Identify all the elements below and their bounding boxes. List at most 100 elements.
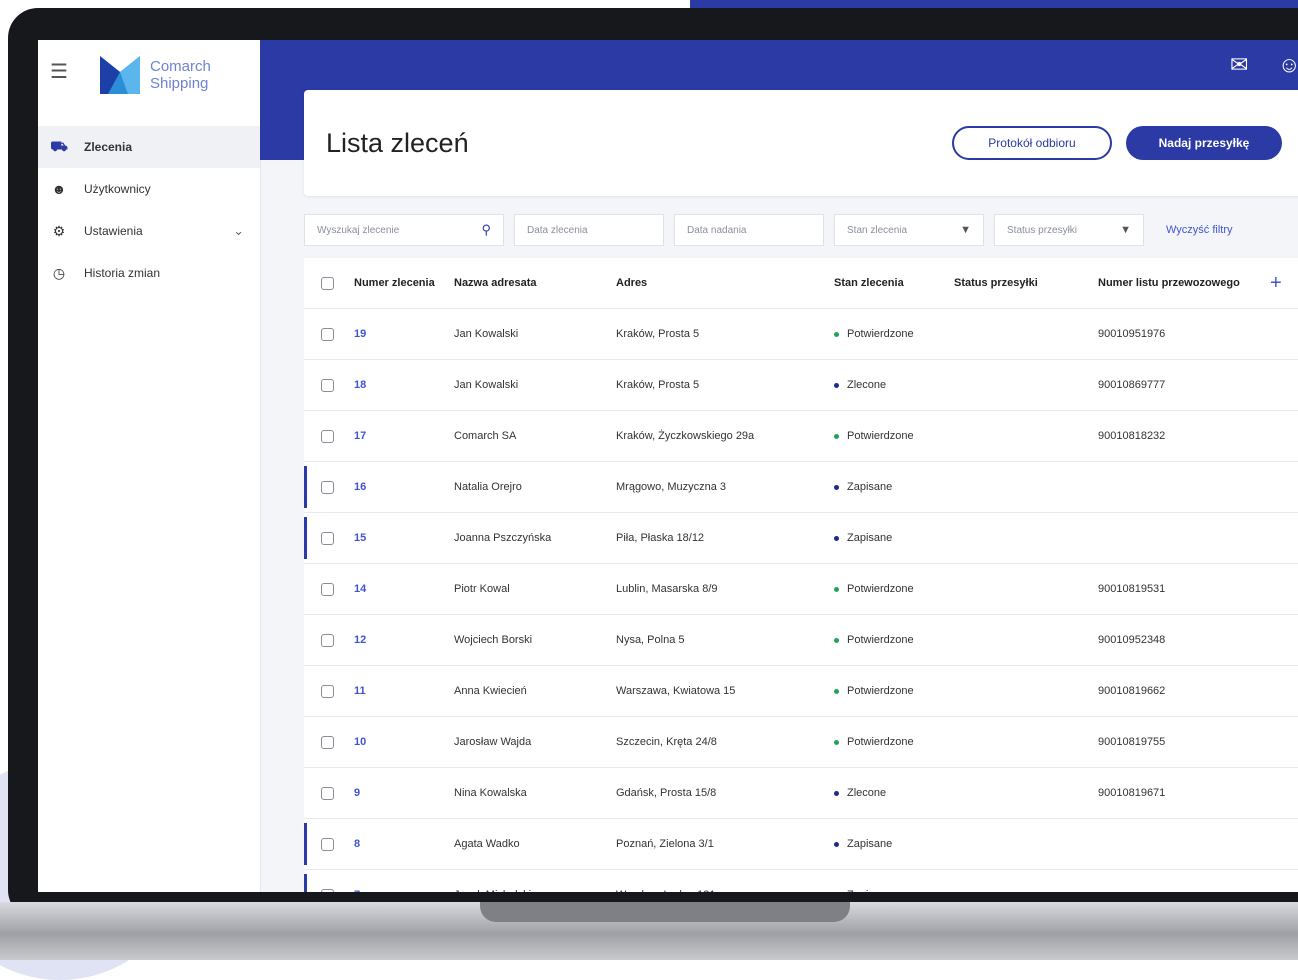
order-status-select[interactable]: Stan zlecenia ▼ — [834, 214, 984, 246]
user-icon[interactable]: ☺ — [1278, 52, 1298, 78]
address: Kraków, Prosta 5 — [616, 328, 700, 340]
column-header[interactable]: Numer listu przewozowego — [1098, 277, 1240, 289]
sidebar-item-ustawienia[interactable]: ⚙ Ustawienia ⌄ — [38, 210, 260, 252]
table-row[interactable]: 12 Wojciech Borski Nysa, Polna 5 Potwierdzo… — [304, 615, 1298, 666]
column-header[interactable]: Status przesyłki — [954, 277, 1038, 289]
order-number-link[interactable]: 19 — [354, 328, 366, 340]
clear-filters-link[interactable]: Wyczyść filtry — [1166, 224, 1233, 236]
add-column-icon[interactable]: + — [1270, 272, 1282, 295]
order-date-filter[interactable]: Data zlecenia — [514, 214, 664, 246]
sidebar-item-uzytkownicy[interactable]: ☻ Użytkownicy — [38, 168, 260, 210]
table-row[interactable]: 14 Piotr Kowal Lublin, Masarska 8/9 Potwier… — [304, 564, 1298, 615]
search-input[interactable]: Wyszukaj zlecenie ⚲ — [304, 214, 504, 246]
row-checkbox[interactable] — [321, 837, 334, 851]
status-dot-icon — [834, 433, 839, 439]
table-row[interactable]: 11 Anna Kwiecień Warszawa, Kwiatowa 15 Potw… — [304, 666, 1298, 717]
row-checkbox[interactable] — [321, 480, 334, 494]
order-number-link[interactable]: 17 — [354, 430, 366, 442]
send-shipment-button[interactable]: Nadaj przesyłkę — [1126, 126, 1282, 160]
shipment-status-placeholder: Status przesyłki — [1007, 224, 1078, 236]
send-date-placeholder: Data nadania — [687, 224, 747, 236]
order-status: Potwierdzone — [834, 736, 914, 748]
order-status-placeholder: Stan zlecenia — [847, 224, 908, 236]
order-number-link[interactable]: 12 — [354, 634, 366, 646]
order-number-link[interactable]: 18 — [354, 379, 366, 391]
table-row[interactable]: 9 Nina Kowalska Gdańsk, Prosta 15/8 Zlecone… — [304, 768, 1298, 819]
order-number-link[interactable]: 8 — [354, 838, 360, 850]
recipient-name: Jan Kowalski — [454, 379, 519, 391]
address: Gdańsk, Prosta 15/8 — [616, 787, 717, 799]
row-checkbox[interactable] — [321, 633, 334, 647]
order-number-link[interactable]: 15 — [354, 532, 366, 544]
status-dot-icon — [834, 841, 839, 847]
user-circle-icon: ☻ — [51, 181, 67, 197]
status-dot-icon — [834, 484, 839, 490]
status-dot-icon — [834, 637, 839, 643]
address: Kraków, Prosta 5 — [616, 379, 700, 391]
order-date-placeholder: Data zlecenia — [527, 224, 588, 236]
brand-line-1: Comarch — [150, 58, 211, 75]
column-header[interactable]: Numer zlecenia — [354, 277, 435, 289]
sidebar-item-historia-zmian[interactable]: ◷ Historia zmian — [38, 252, 260, 294]
row-checkbox[interactable] — [321, 888, 334, 892]
order-status-label: Potwierdzone — [847, 634, 914, 646]
table-row[interactable]: 10 Jarosław Wajda Szczecin, Kręta 24/8 Potw… — [304, 717, 1298, 768]
status-dot-icon — [834, 535, 839, 541]
tracking-number: 90010951976 — [1098, 328, 1166, 340]
order-number-link[interactable]: 11 — [354, 685, 366, 697]
order-status: Potwierdzone — [834, 583, 914, 595]
order-number-link[interactable]: 7 — [354, 889, 360, 892]
status-dot-icon — [834, 382, 839, 388]
shipment-status-select[interactable]: Status przesyłki ▼ — [994, 214, 1144, 246]
column-header[interactable]: Stan zlecenia — [834, 277, 904, 289]
row-checkbox[interactable] — [321, 531, 334, 545]
row-checkbox[interactable] — [321, 735, 334, 749]
recipient-name: Jarosław Wajda — [454, 736, 532, 748]
row-checkbox[interactable] — [321, 429, 334, 443]
column-header[interactable]: Adres — [616, 277, 647, 289]
order-number-link[interactable]: 14 — [354, 583, 366, 595]
search-icon[interactable]: ⚲ — [481, 222, 491, 238]
hamburger-menu-icon[interactable]: ☰ — [50, 62, 68, 82]
order-status: Zlecone — [834, 787, 886, 799]
order-status-label: Zapisane — [847, 838, 893, 850]
table-row[interactable]: 18 Jan Kowalski Kraków, Prosta 5 Zlecone 900… — [304, 360, 1298, 411]
chevron-down-icon: ▼ — [960, 224, 971, 236]
order-status-label: Zlecone — [847, 787, 887, 799]
page-title: Lista zleceń — [326, 128, 469, 158]
recipient-name: Wojciech Borski — [454, 634, 533, 646]
tracking-number: 90010869777 — [1098, 379, 1166, 391]
table-row[interactable]: 19 Jan Kowalski Kraków, Prosta 5 Potwierdzo… — [304, 309, 1298, 360]
select-all-checkbox[interactable] — [321, 276, 334, 290]
row-checkbox[interactable] — [321, 378, 334, 392]
history-icon: ◷ — [52, 264, 66, 281]
sidebar-item-zlecenia[interactable]: ⛟ Zlecenia — [38, 126, 260, 168]
address: Kraków, Życzkowskiego 29a — [616, 430, 755, 442]
address: Mrągowo, Muzyczna 3 — [616, 481, 727, 493]
row-checkbox[interactable] — [321, 786, 334, 800]
row-checkbox[interactable] — [321, 582, 334, 596]
recipient-name: Anna Kwiecień — [454, 685, 527, 697]
tracking-number: 90010819662 — [1098, 685, 1166, 697]
order-status-label: Zapisane — [847, 532, 893, 544]
order-number-link[interactable]: 10 — [354, 736, 366, 748]
table-row[interactable]: 8 Agata Wadko Poznań, Zielona 3/1 Zapisane — [304, 819, 1298, 870]
chevron-down-icon: ▼ — [1120, 224, 1131, 236]
table-row[interactable]: 16 Natalia Orejro Mrągowo, Muzyczna 3 Zapis… — [304, 462, 1298, 513]
order-status: Potwierdzone — [834, 634, 914, 646]
order-number-link[interactable]: 16 — [354, 481, 366, 493]
table-row[interactable]: 17 Comarch SA Kraków, Życzkowskiego 29a Pot… — [304, 411, 1298, 462]
protocol-button[interactable]: Protokół odbioru — [952, 126, 1112, 160]
row-checkbox[interactable] — [321, 327, 334, 341]
mail-icon[interactable]: ✉ — [1230, 52, 1248, 78]
table-row[interactable]: 15 Joanna Pszczyńska Piła, Płaska 18/12 Zap… — [304, 513, 1298, 564]
row-checkbox[interactable] — [321, 684, 334, 698]
order-status: Zlecone — [834, 379, 886, 391]
column-header[interactable]: Nazwa adresata — [454, 277, 537, 289]
gear-icon: ⚙ — [52, 222, 66, 239]
status-dot-icon — [834, 688, 839, 694]
laptop-notch — [480, 902, 850, 922]
send-date-filter[interactable]: Data nadania — [674, 214, 824, 246]
order-number-link[interactable]: 9 — [354, 787, 360, 799]
table-row[interactable]: 7 Jacek Michalski Wrocław, Ładna 131 Zapisa… — [304, 870, 1298, 892]
